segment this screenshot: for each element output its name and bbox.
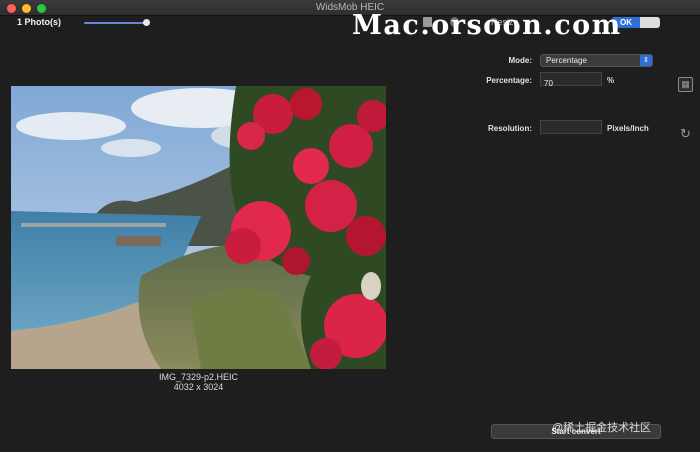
percentage-input[interactable] [541,77,601,90]
chevron-updown-icon: ⇕ [640,55,652,66]
zoom-slider[interactable] [84,22,146,24]
resolution-label: Resolution: [488,124,532,133]
resolution-field[interactable] [540,120,602,138]
mode-value: Percentage [546,56,587,65]
percentage-field[interactable] [540,72,602,90]
photo-filename: IMG_7329-p2.HEIC [158,372,239,382]
zoom-slider-knob[interactable] [143,19,150,26]
grid-icon[interactable]: ▦ [678,77,693,92]
photo-dimensions: 4032 x 3024 [173,382,224,392]
photo-image [11,86,386,369]
percentage-label: Percentage: [486,76,532,85]
mode-label: Mode: [508,56,532,65]
mode-select[interactable]: Percentage ⇕ [540,54,653,67]
photo-count: 1 Photo(s) [17,17,61,27]
resolution-unit: Pixels/Inch [607,124,649,133]
resolution-input[interactable] [541,125,601,138]
watermark: Mac.orsoon.com [352,10,622,41]
photo-preview[interactable] [11,86,386,369]
refresh-icon[interactable]: ↻ [678,126,693,141]
corner-watermark: @稀土掘金技术社区 [552,422,652,434]
percentage-unit: % [607,76,615,85]
